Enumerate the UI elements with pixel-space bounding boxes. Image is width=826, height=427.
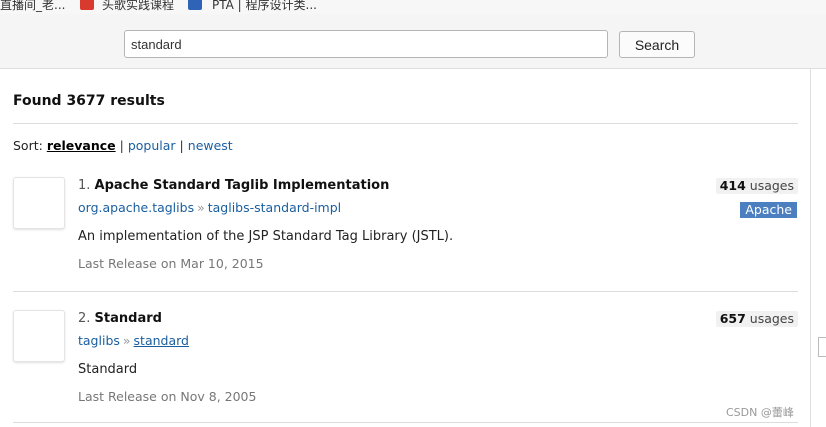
result-item: 2. Standard taglibs» standard Standard La… <box>0 308 810 418</box>
sort-separator: | <box>179 138 184 153</box>
result-title: 2. Standard <box>78 311 162 326</box>
result-coordinates: taglibs» standard <box>78 333 189 348</box>
artifact-logo[interactable] <box>13 310 65 362</box>
sort-separator: | <box>119 138 124 153</box>
artifact-logo[interactable] <box>13 177 65 229</box>
search-button[interactable]: Search <box>619 31 695 58</box>
result-coordinates: org.apache.taglibs» taglibs-standard-impl <box>78 200 341 215</box>
results-count: Found 3677 results <box>13 93 165 109</box>
sort-option-popular[interactable]: popular <box>128 138 176 153</box>
usages-label: usages <box>749 311 794 326</box>
watermark: CSDN @蕾峰 <box>726 406 794 419</box>
educoder-icon <box>80 0 94 10</box>
result-name-link[interactable]: Apache Standard Taglib Implementation <box>95 178 390 193</box>
usages-count: 414 <box>719 178 746 193</box>
divider <box>13 291 798 292</box>
path-separator: » <box>122 333 131 348</box>
sort-bar: Sort: relevance | popular | newest <box>13 138 233 153</box>
path-separator: » <box>197 200 205 215</box>
result-index: 1. <box>78 178 91 193</box>
divider <box>13 123 798 124</box>
result-item: 1. Apache Standard Taglib Implementation… <box>0 175 810 285</box>
result-name-link[interactable]: Standard <box>95 311 162 326</box>
result-index: 2. <box>78 311 91 326</box>
license-badge[interactable]: Apache <box>740 202 797 218</box>
usages-count: 657 <box>719 311 746 326</box>
divider <box>13 422 798 423</box>
bookmark-item[interactable]: 直播间_老... <box>0 0 65 13</box>
artifact-link[interactable]: taglibs-standard-impl <box>208 200 341 215</box>
usages-badge[interactable]: 414 usages <box>715 178 798 194</box>
search-header: standard Search <box>0 14 826 69</box>
result-description: An implementation of the JSP Standard Ta… <box>78 229 454 244</box>
result-description: Standard <box>78 362 138 377</box>
usages-label: usages <box>749 178 794 193</box>
group-link[interactable]: org.apache.taglibs <box>78 200 194 215</box>
last-release: Last Release on Mar 10, 2015 <box>78 256 264 271</box>
bookmarks-bar: 直播间_老... 头歌实践课程 PTA | 程序设计类... <box>0 0 826 14</box>
sort-option-newest[interactable]: newest <box>188 138 233 153</box>
last-release: Last Release on Nov 8, 2005 <box>78 389 257 404</box>
artifact-link[interactable]: standard <box>134 333 189 348</box>
result-title: 1. Apache Standard Taglib Implementation <box>78 178 389 193</box>
results-panel: Found 3677 results Sort: relevance | popul… <box>0 69 811 427</box>
sort-label: Sort: <box>13 138 43 153</box>
group-link[interactable]: taglibs <box>78 333 120 348</box>
pta-icon <box>188 0 202 10</box>
usages-badge[interactable]: 657 usages <box>715 311 798 327</box>
side-panel-tab[interactable] <box>818 337 826 357</box>
search-input[interactable]: standard <box>124 30 608 58</box>
bookmark-item[interactable]: 头歌实践课程 <box>102 0 174 13</box>
sort-option-relevance[interactable]: relevance <box>47 138 116 153</box>
bookmark-item[interactable]: PTA | 程序设计类... <box>212 0 317 13</box>
